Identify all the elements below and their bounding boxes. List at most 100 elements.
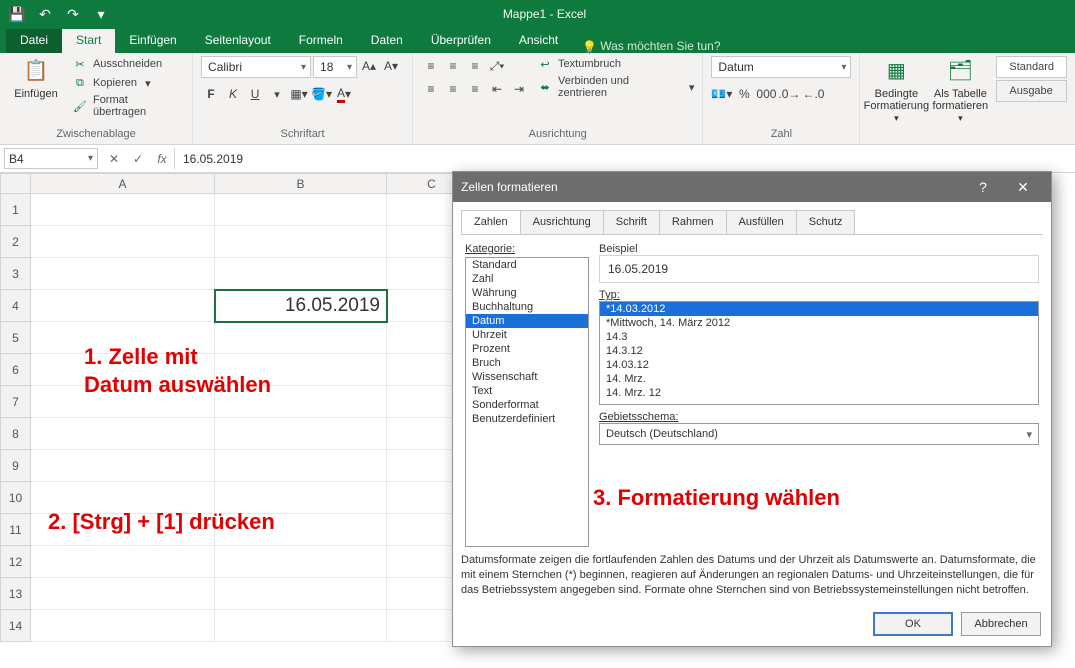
decrease-decimal-icon[interactable]: ←.0 (802, 84, 824, 104)
row-header[interactable]: 2 (1, 226, 31, 258)
tab-insert[interactable]: Einfügen (115, 29, 190, 53)
indent-increase-icon[interactable]: ⇥ (509, 79, 529, 99)
redo-icon[interactable]: ↷ (60, 2, 86, 26)
align-bottom-icon[interactable]: ≡ (465, 56, 485, 76)
category-item[interactable]: Zahl (466, 272, 588, 286)
cancel-formula-icon[interactable]: ✕ (102, 147, 126, 171)
category-item[interactable]: Währung (466, 286, 588, 300)
format-painter-button[interactable]: 🖌Format übertragen (72, 94, 184, 118)
font-color-button[interactable]: A▾ (334, 84, 354, 104)
tab-file[interactable]: Datei (6, 29, 62, 53)
row-header[interactable]: 1 (1, 194, 31, 226)
row-header[interactable]: 9 (1, 450, 31, 482)
tab-view[interactable]: Ansicht (505, 29, 572, 53)
wrap-text-button[interactable]: ↩Textumbruch (537, 56, 694, 72)
cancel-button[interactable]: Abbrechen (961, 612, 1041, 636)
increase-decimal-icon[interactable]: .0→ (778, 84, 800, 104)
bold-button[interactable]: F (201, 84, 221, 104)
tab-pagelayout[interactable]: Seitenlayout (191, 29, 285, 53)
row-header[interactable]: 3 (1, 258, 31, 290)
font-size-select[interactable]: 18 (313, 56, 357, 78)
locale-select[interactable]: Deutsch (Deutschland) (599, 423, 1039, 445)
indent-decrease-icon[interactable]: ⇤ (487, 79, 507, 99)
cell-b4[interactable]: 16.05.2019 (215, 290, 387, 322)
dialog-tab-number[interactable]: Zahlen (461, 210, 521, 234)
category-item[interactable]: Text (466, 384, 588, 398)
select-all-corner[interactable] (1, 174, 31, 194)
category-item[interactable]: Benutzerdefiniert (466, 412, 588, 426)
category-listbox[interactable]: StandardZahlWährungBuchhaltungDatumUhrze… (465, 257, 589, 547)
row-header[interactable]: 14 (1, 610, 31, 642)
paste-button[interactable]: 📋 Einfügen (8, 56, 64, 100)
row-header[interactable]: 13 (1, 578, 31, 610)
type-listbox[interactable]: *14.03.2012*Mittwoch, 14. März 201214.31… (599, 301, 1039, 405)
currency-icon[interactable]: 💶▾ (711, 84, 732, 104)
fill-color-button[interactable]: 🪣▾ (311, 84, 332, 104)
font-name-select[interactable]: Calibri (201, 56, 311, 78)
undo-icon[interactable]: ↶ (32, 2, 58, 26)
accept-formula-icon[interactable]: ✓ (126, 147, 150, 171)
save-icon[interactable]: 💾 (4, 2, 30, 26)
row-header[interactable]: 10 (1, 482, 31, 514)
conditional-formatting-button[interactable]: ▦ Bedingte Formatierung ▾ (868, 56, 924, 124)
underline-button[interactable]: U (245, 84, 265, 104)
name-box[interactable]: B4 (4, 148, 98, 169)
row-header[interactable]: 6 (1, 354, 31, 386)
help-icon[interactable]: ? (963, 172, 1003, 202)
ok-button[interactable]: OK (873, 612, 953, 636)
dialog-tab-border[interactable]: Rahmen (659, 210, 727, 234)
italic-button[interactable]: K (223, 84, 243, 104)
category-item[interactable]: Prozent (466, 342, 588, 356)
type-item[interactable]: 14. Mrz. 12 (600, 386, 1038, 400)
category-item[interactable]: Wissenschaft (466, 370, 588, 384)
row-header[interactable]: 7 (1, 386, 31, 418)
tab-formulas[interactable]: Formeln (285, 29, 357, 53)
category-item[interactable]: Standard (466, 258, 588, 272)
format-as-table-button[interactable]: 🗂 Als Tabelle formatieren ▾ (932, 56, 988, 124)
align-right-icon[interactable]: ≡ (465, 79, 485, 99)
tell-me-search[interactable]: 💡 Was möchten Sie tun? (572, 39, 720, 53)
number-format-select[interactable]: Datum (711, 56, 851, 78)
category-item[interactable]: Datum (466, 314, 588, 328)
type-item[interactable]: *14.03.2012 (600, 302, 1038, 316)
grow-font-icon[interactable]: A▴ (359, 56, 379, 76)
dialog-tab-font[interactable]: Schrift (603, 210, 660, 234)
fx-icon[interactable]: fx (150, 147, 174, 171)
col-header-a[interactable]: A (31, 174, 215, 194)
category-item[interactable]: Bruch (466, 356, 588, 370)
dialog-tab-protection[interactable]: Schutz (796, 210, 856, 234)
tab-review[interactable]: Überprüfen (417, 29, 505, 53)
type-item[interactable]: *Mittwoch, 14. März 2012 (600, 316, 1038, 330)
dialog-tab-alignment[interactable]: Ausrichtung (520, 210, 604, 234)
qat-customize-icon[interactable]: ▾ (88, 2, 114, 26)
align-top-icon[interactable]: ≡ (421, 56, 441, 76)
tab-start[interactable]: Start (62, 29, 115, 53)
percent-icon[interactable]: % (734, 84, 754, 104)
cell-style-standard[interactable]: Standard (996, 56, 1067, 78)
category-item[interactable]: Uhrzeit (466, 328, 588, 342)
category-item[interactable]: Buchhaltung (466, 300, 588, 314)
cell-style-output[interactable]: Ausgabe (996, 80, 1067, 102)
row-header[interactable]: 5 (1, 322, 31, 354)
type-item[interactable]: 14.03.12 (600, 358, 1038, 372)
type-item[interactable]: 14. Mrz. (600, 372, 1038, 386)
shrink-font-icon[interactable]: A▾ (381, 56, 401, 76)
tab-data[interactable]: Daten (357, 29, 417, 53)
close-icon[interactable]: ✕ (1003, 172, 1043, 202)
category-item[interactable]: Sonderformat (466, 398, 588, 412)
align-middle-icon[interactable]: ≡ (443, 56, 463, 76)
row-header[interactable]: 12 (1, 546, 31, 578)
merge-center-button[interactable]: ⬌Verbinden und zentrieren ▾ (537, 75, 694, 99)
orientation-icon[interactable]: ⤢▾ (487, 56, 507, 76)
align-center-icon[interactable]: ≡ (443, 79, 463, 99)
type-item[interactable]: 14.3.12 (600, 344, 1038, 358)
dialog-tab-fill[interactable]: Ausfüllen (726, 210, 797, 234)
row-header[interactable]: 4 (1, 290, 31, 322)
cut-button[interactable]: ✂Ausschneiden (72, 56, 184, 72)
underline-dropdown-icon[interactable]: ▾ (267, 84, 287, 104)
border-button[interactable]: ▦▾ (289, 84, 309, 104)
align-left-icon[interactable]: ≡ (421, 79, 441, 99)
copy-button[interactable]: ⧉Kopieren ▾ (72, 75, 184, 91)
dialog-title-bar[interactable]: Zellen formatieren ? ✕ (453, 172, 1051, 202)
thousands-icon[interactable]: 000 (756, 84, 776, 104)
